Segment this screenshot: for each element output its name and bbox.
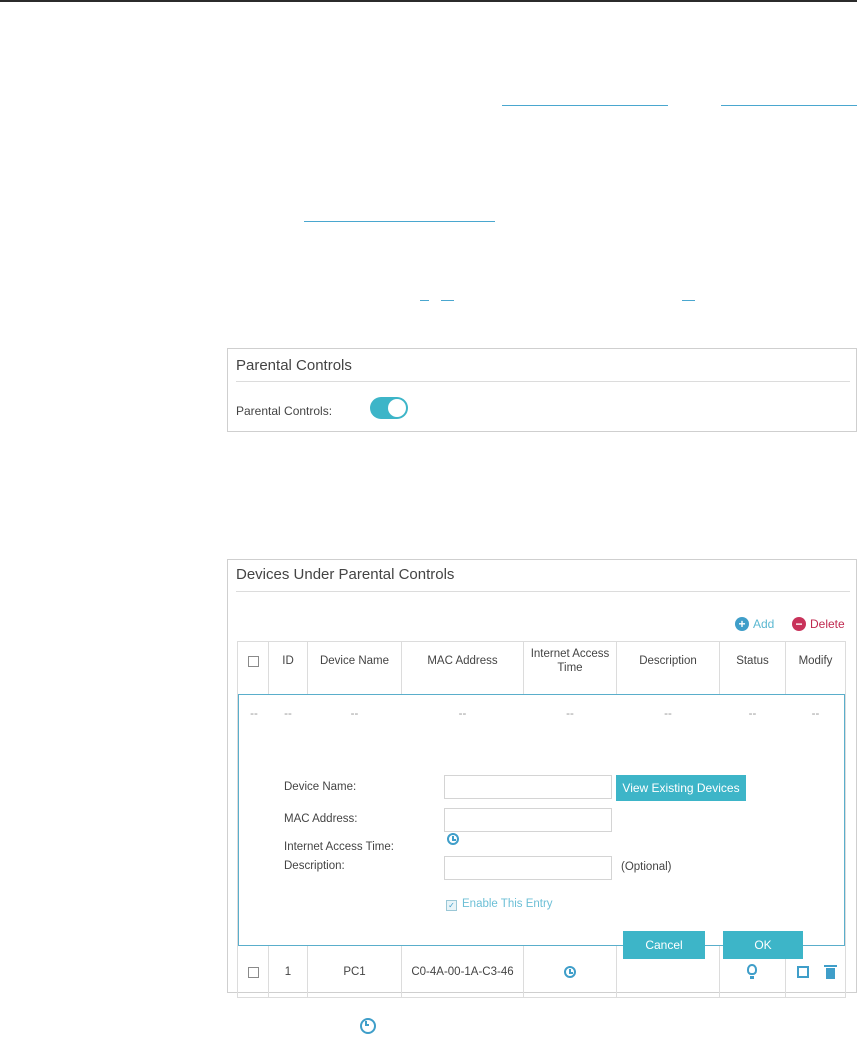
placeholder-cell: --	[811, 708, 820, 720]
column-header-id: ID	[282, 655, 294, 667]
add-label: Add	[753, 617, 775, 631]
parental-controls-label: Parental Controls:	[236, 404, 333, 418]
doc-link-5[interactable]	[441, 300, 454, 301]
placeholder-cell: --	[664, 708, 672, 720]
edit-row-area: -- -- -- -- -- -- -- -- Device Name: Vie…	[238, 694, 845, 959]
clock-icon[interactable]	[447, 833, 459, 845]
delete-button[interactable]: − Delete	[792, 617, 845, 631]
plus-circle-icon: +	[735, 617, 749, 631]
description-label: Description:	[284, 860, 345, 872]
panel-divider	[236, 381, 850, 382]
mac-address-label: MAC Address:	[284, 813, 358, 825]
trash-icon[interactable]	[824, 965, 837, 979]
select-all-checkbox[interactable]	[247, 655, 259, 667]
view-existing-devices-button[interactable]: View Existing Devices	[616, 775, 746, 801]
enable-entry-label[interactable]: Enable This Entry	[462, 898, 553, 910]
device-name-label: Device Name:	[284, 781, 357, 793]
row-description	[617, 947, 719, 997]
placeholder-cell: --	[350, 708, 359, 720]
column-header-device-name: Device Name	[319, 655, 390, 667]
placeholder-cell: --	[284, 708, 292, 720]
column-header-mac-address: MAC Address	[427, 655, 498, 667]
doc-link-3[interactable]	[304, 221, 495, 222]
doc-link-6[interactable]	[682, 300, 695, 301]
devices-table: ID Device Name MAC Address Internet Acce…	[237, 641, 846, 998]
column-header-description: Description	[639, 655, 697, 667]
internet-access-time-label: Internet Access Time:	[284, 841, 394, 853]
edit-icon[interactable]	[797, 966, 809, 978]
devices-panel: Devices Under Parental Controls + Add − …	[227, 559, 857, 998]
clock-icon	[360, 1018, 376, 1034]
placeholder-cell: --	[566, 708, 574, 720]
top-rule	[0, 0, 857, 2]
placeholder-cell: --	[250, 708, 258, 720]
placeholder-cell: --	[748, 708, 757, 720]
column-header-modify: Modify	[798, 655, 833, 667]
parental-controls-panel: Parental Controls Parental Controls:	[227, 348, 857, 432]
row-id: 1	[284, 966, 292, 978]
description-input[interactable]	[444, 856, 612, 880]
row-access-time-clock-icon[interactable]	[564, 966, 576, 978]
enable-entry-checkbox[interactable]: ✓	[446, 900, 457, 911]
panel-title: Devices Under Parental Controls	[236, 566, 455, 583]
row-checkbox[interactable]	[247, 966, 259, 978]
minus-circle-icon: −	[792, 617, 806, 631]
add-button[interactable]: + Add	[735, 617, 774, 631]
column-header-internet-access-time: Internet Access Time	[530, 648, 610, 674]
column-header-status: Status	[736, 655, 769, 667]
delete-label: Delete	[810, 617, 845, 631]
row-select	[238, 947, 268, 997]
parental-controls-toggle[interactable]	[370, 397, 408, 419]
placeholder-cell: --	[458, 708, 467, 720]
mac-address-input[interactable]	[444, 808, 612, 832]
doc-link-4[interactable]	[420, 300, 429, 301]
row-device-name: PC1	[343, 966, 366, 978]
ok-button[interactable]: OK	[723, 931, 803, 959]
device-name-input[interactable]	[444, 775, 612, 799]
column-divider	[719, 946, 720, 997]
toggle-knob	[388, 399, 406, 417]
status-bulb-icon[interactable]	[747, 964, 757, 979]
column-divider	[523, 946, 524, 997]
optional-note: (Optional)	[621, 861, 672, 873]
panel-title: Parental Controls	[236, 357, 352, 374]
row-mac-address: C0-4A-00-1A-C3-46	[411, 966, 514, 978]
panel-divider	[236, 591, 850, 592]
doc-link-1[interactable]	[502, 105, 668, 106]
doc-link-2[interactable]	[721, 105, 857, 106]
header-select-all	[238, 642, 268, 680]
